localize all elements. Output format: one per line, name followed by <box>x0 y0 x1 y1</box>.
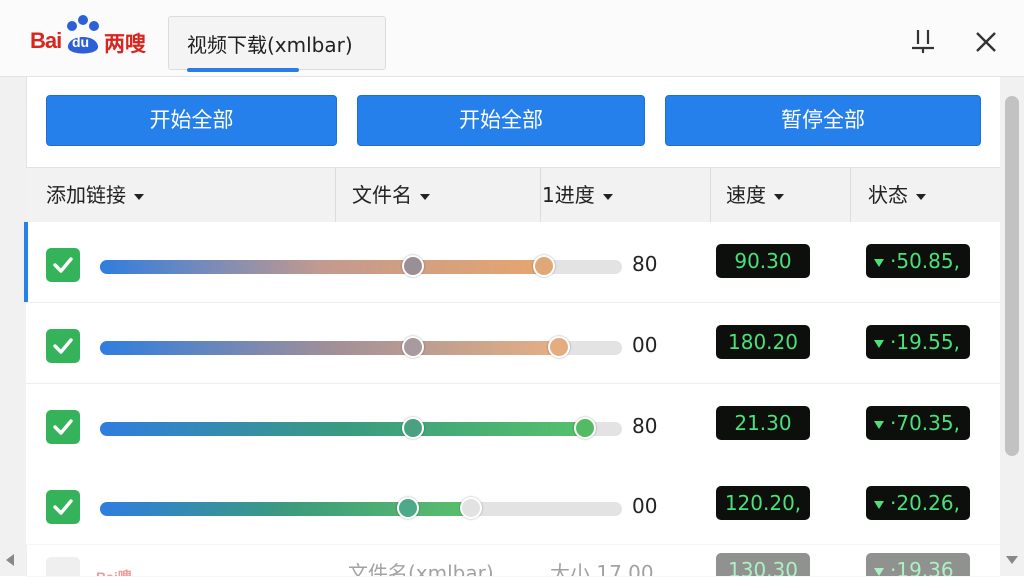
column-header-speed[interactable]: 速度 <box>726 168 784 223</box>
row-speed: 120.20, <box>716 486 810 520</box>
down-arrow-icon <box>874 339 884 348</box>
column-header-progress[interactable]: 1进度 <box>542 168 613 223</box>
progress-slider[interactable] <box>100 255 622 277</box>
progress-slider[interactable] <box>100 497 622 519</box>
slider-handle-end[interactable] <box>574 417 596 439</box>
start-all-button-2[interactable]: 开始全部 <box>357 95 645 146</box>
logo-text-bai: Bai <box>30 28 62 53</box>
table-header: 添加链接 文件名 1进度 速度 状态 <box>26 167 1000 224</box>
checkmark-icon <box>53 257 73 273</box>
down-arrow-icon <box>874 420 884 429</box>
sort-caret-icon <box>774 193 784 200</box>
column-divider <box>850 168 851 223</box>
row-speed: 90.30 <box>716 244 810 278</box>
row-checkbox[interactable] <box>46 248 80 282</box>
checkmark-icon <box>53 419 73 435</box>
slider-handle-end[interactable] <box>460 497 482 519</box>
row-checkbox[interactable] <box>46 329 80 363</box>
column-header-filename[interactable]: 文件名 <box>352 168 430 223</box>
down-arrow-icon <box>874 258 884 267</box>
progress-slider[interactable] <box>100 336 622 358</box>
sort-caret-icon <box>420 193 430 200</box>
table-row[interactable]: 00 120.20, ·20.26, <box>26 464 1000 545</box>
pin-icon[interactable] <box>908 26 938 56</box>
tab-active-indicator <box>187 68 299 72</box>
column-header-add-link[interactable]: 添加链接 <box>46 168 144 223</box>
tab-video-download[interactable]: 视频下载(xmlbar) <box>168 16 386 72</box>
sort-caret-icon <box>602 193 613 200</box>
slider-handle-mid[interactable] <box>402 255 424 277</box>
column-divider <box>335 168 336 223</box>
progress-percent: 80 <box>632 252 658 276</box>
slider-handle-mid[interactable] <box>402 336 424 358</box>
down-arrow-icon <box>874 500 884 509</box>
progress-fill <box>100 260 544 274</box>
baidu-logo: Bai du 两嗖 <box>30 14 160 60</box>
slider-handle-end[interactable] <box>533 255 555 277</box>
table-row[interactable]: 00 180.20 ·19.55, <box>26 303 1000 384</box>
progress-fill <box>100 422 585 436</box>
table-row-partial[interactable]: Bai嗖 文件名(xmlbar) 大小 17.00 130.30 ·19.36 <box>26 543 1000 577</box>
row-status: ·19.55, <box>866 325 970 359</box>
progress-percent: 00 <box>632 333 658 357</box>
row-speed: 130.30 <box>716 553 810 576</box>
tab-label: 视频下载(xmlbar) <box>187 33 353 57</box>
column-divider <box>540 168 541 223</box>
progress-fill <box>100 341 559 355</box>
down-arrow-icon <box>874 567 884 576</box>
title-bar: Bai du 两嗖 视频下载(xmlbar) <box>0 0 1024 77</box>
table-row[interactable]: 80 90.30 ·50.85, <box>24 222 1000 303</box>
close-icon[interactable] <box>972 28 1000 56</box>
scroll-left-arrow-icon[interactable] <box>6 554 14 566</box>
table-row[interactable]: 80 21.30 ·70.35, <box>26 384 1000 465</box>
scroll-down-arrow-icon[interactable] <box>1006 556 1018 564</box>
row-checkbox[interactable] <box>46 410 80 444</box>
column-divider <box>710 168 711 223</box>
vertical-scrollbar-thumb[interactable] <box>1005 96 1019 456</box>
row-size: 大小 17.00 <box>550 561 654 577</box>
sort-caret-icon <box>134 193 144 200</box>
start-all-button[interactable]: 开始全部 <box>46 95 337 146</box>
slider-handle-mid[interactable] <box>397 497 419 519</box>
slider-handle-end[interactable] <box>548 336 570 358</box>
slider-handle-mid[interactable] <box>402 417 424 439</box>
sort-caret-icon <box>916 193 926 200</box>
checkmark-icon <box>53 499 73 515</box>
row-speed: 180.20 <box>716 325 810 359</box>
row-speed: 21.30 <box>716 406 810 440</box>
row-status: ·20.26, <box>866 486 970 520</box>
row-filename: 文件名(xmlbar) <box>348 561 494 577</box>
checkmark-icon <box>53 338 73 354</box>
logo-text-cn: 两嗖 <box>104 32 146 56</box>
progress-percent: 80 <box>632 414 658 438</box>
logo-text-du: du <box>72 34 90 50</box>
pause-all-button[interactable]: 暂停全部 <box>665 95 981 146</box>
column-header-status[interactable]: 状态 <box>868 168 926 223</box>
row-status: ·70.35, <box>866 406 970 440</box>
progress-slider[interactable] <box>100 417 622 439</box>
row-status: ·50.85, <box>866 244 970 278</box>
progress-percent: 00 <box>632 494 658 518</box>
row-checkbox[interactable] <box>46 490 80 524</box>
row-status: ·19.36 <box>866 553 970 576</box>
row-checkbox[interactable] <box>46 557 80 576</box>
left-gutter <box>0 77 27 576</box>
